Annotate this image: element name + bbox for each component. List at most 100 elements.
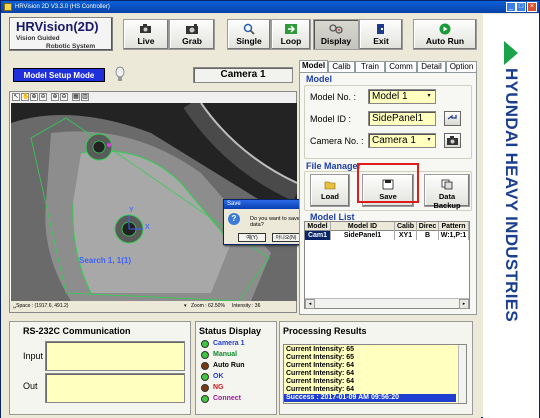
status-display-title: Status Display bbox=[199, 326, 262, 336]
brand-text: HYUNDAI HEAVY INDUSTRIES bbox=[502, 68, 521, 323]
input-label: Input bbox=[23, 351, 44, 361]
question-icon: ? bbox=[228, 213, 240, 225]
brand-triangle-icon bbox=[504, 41, 518, 65]
model-id-field[interactable]: SidePanel1 bbox=[368, 111, 436, 126]
list-item: Current Intensity: 64 bbox=[286, 386, 355, 393]
maximize-button[interactable]: □ bbox=[516, 2, 526, 12]
list-item: Current Intensity: 65 bbox=[286, 346, 355, 353]
tab-calib[interactable]: Calib bbox=[328, 61, 355, 72]
zoom-in-2-icon[interactable]: ⊕ bbox=[51, 93, 59, 101]
window-title: HRVision 2D V3.3.0 (HS Controller) bbox=[15, 4, 110, 10]
magnifier-icon bbox=[243, 23, 255, 35]
status-camera-1: Camera 1 bbox=[201, 339, 245, 349]
vertical-scrollbar[interactable] bbox=[458, 345, 466, 403]
display-button[interactable]: Display bbox=[313, 19, 359, 50]
display-label: Display bbox=[320, 36, 352, 46]
title-bar: HRVision 2D V3.3.0 (HS Controller) _ □ × bbox=[1, 1, 539, 13]
rs232-output-field[interactable] bbox=[45, 373, 185, 403]
pan-tool-icon[interactable]: ✋ bbox=[21, 93, 29, 101]
logo-subtitle-1: Vision Guided bbox=[16, 35, 60, 42]
dialog-yes-button[interactable]: 예(Y) bbox=[238, 233, 266, 242]
loop-button[interactable]: Loop bbox=[271, 19, 311, 50]
minimize-button[interactable]: _ bbox=[506, 2, 516, 12]
lightbulb-icon[interactable] bbox=[115, 66, 125, 82]
exit-door-icon bbox=[377, 24, 384, 34]
chevron-down-icon: ▾ bbox=[427, 93, 431, 99]
list-item: Current Intensity: 64 bbox=[286, 378, 355, 385]
status-auto-run: Auto Run bbox=[201, 361, 245, 371]
table-cell: SidePanel1 bbox=[331, 231, 395, 240]
auto-run-button[interactable]: Auto Run bbox=[413, 19, 477, 50]
live-label: Live bbox=[137, 36, 155, 46]
status-led-icon bbox=[201, 384, 209, 392]
zoom-dropdown-icon[interactable]: ▾ bbox=[184, 301, 187, 312]
column-header: Model ID bbox=[331, 222, 395, 231]
axis-y-label: Y bbox=[129, 207, 134, 214]
zoom-in-icon[interactable]: ⊕ bbox=[30, 93, 38, 101]
model-no-value: Model 1 bbox=[372, 91, 408, 102]
zoom-out-icon[interactable]: ⊖ bbox=[39, 93, 47, 101]
data-backup-button[interactable]: Data Backup bbox=[424, 174, 470, 210]
app-icon bbox=[4, 3, 12, 11]
list-item: Current Intensity: 65 bbox=[286, 354, 355, 361]
load-button[interactable]: Load bbox=[310, 174, 350, 207]
zoom-out-2-icon[interactable]: ⊖ bbox=[60, 93, 68, 101]
status-ng: NG bbox=[201, 383, 224, 393]
model-no-label: Model No. : bbox=[310, 92, 357, 102]
fit-icon[interactable]: ▥ bbox=[81, 93, 89, 101]
tab-option[interactable]: Option bbox=[446, 61, 477, 72]
table-cell: Cam1 bbox=[305, 231, 331, 240]
model-list-table: Model Model ID Calib Direc Pattern Cam1 … bbox=[304, 221, 470, 309]
status-led-icon bbox=[201, 340, 209, 348]
model-group-title: Model bbox=[306, 74, 332, 84]
status-led-icon bbox=[201, 351, 209, 359]
live-button[interactable]: Live bbox=[123, 19, 169, 50]
model-id-value: SidePanel1 bbox=[372, 113, 424, 124]
tab-train[interactable]: Train bbox=[355, 61, 385, 72]
processing-results-list[interactable]: Current Intensity: 65 Current Intensity:… bbox=[283, 344, 467, 404]
display-tools-icon bbox=[329, 24, 343, 34]
file-manager-title: File Manager bbox=[306, 161, 362, 171]
save-highlight-box bbox=[357, 163, 419, 203]
camera-icon bbox=[447, 136, 458, 145]
load-label: Load bbox=[321, 192, 339, 201]
auto-run-label: Auto Run bbox=[425, 36, 465, 46]
model-id-apply-button[interactable] bbox=[444, 111, 461, 126]
table-cell: W:1,P:1 bbox=[439, 231, 469, 240]
pointer-tool-icon[interactable]: ↖ bbox=[12, 93, 20, 101]
axis-x-label: X bbox=[145, 224, 150, 231]
grab-label: Grab bbox=[182, 36, 202, 46]
table-cell: XY1 bbox=[395, 231, 417, 240]
tab-comm[interactable]: Comm bbox=[385, 61, 417, 72]
out-label: Out bbox=[23, 381, 38, 391]
grid-icon[interactable]: ▦ bbox=[72, 93, 80, 101]
tab-detail[interactable]: Detail bbox=[417, 61, 446, 72]
camera-no-label: Camera No. : bbox=[310, 136, 364, 146]
camera-no-select[interactable]: Camera 1 ▾ bbox=[368, 133, 436, 148]
return-arrow-icon bbox=[447, 114, 457, 120]
exit-button[interactable]: Exit bbox=[359, 19, 403, 50]
status-connect: Connect bbox=[201, 394, 241, 404]
dialog-no-button[interactable]: 아니오(N) bbox=[272, 233, 300, 242]
rs232-input-field[interactable] bbox=[45, 341, 185, 371]
table-cell: B bbox=[417, 231, 439, 240]
status-led-icon bbox=[201, 362, 209, 370]
camera-grab-icon bbox=[186, 24, 198, 34]
single-button[interactable]: Single bbox=[227, 19, 271, 50]
status-led-icon bbox=[201, 395, 209, 403]
close-button[interactable]: × bbox=[527, 2, 537, 12]
grab-button[interactable]: Grab bbox=[169, 19, 215, 50]
scroll-right-icon[interactable]: ▸ bbox=[459, 299, 469, 309]
camera-title: Camera 1 bbox=[193, 67, 293, 83]
table-row[interactable]: Cam1 SidePanel1 XY1 B W:1,P:1 bbox=[305, 231, 469, 240]
single-label: Single bbox=[236, 36, 262, 46]
model-no-select[interactable]: Model 1 ▾ bbox=[368, 89, 436, 104]
scroll-left-icon[interactable]: ◂ bbox=[305, 299, 315, 309]
tab-model[interactable]: Model bbox=[299, 60, 328, 72]
loop-arrow-icon bbox=[285, 24, 297, 34]
column-header: Direc bbox=[417, 222, 439, 231]
camera-snapshot-button[interactable] bbox=[444, 133, 461, 148]
coordinate-readout: ␣Space : (1917.6, 491.2) bbox=[13, 303, 69, 309]
camera-no-value: Camera 1 bbox=[372, 135, 416, 146]
horizontal-scrollbar[interactable]: ◂ ▸ bbox=[305, 298, 469, 309]
